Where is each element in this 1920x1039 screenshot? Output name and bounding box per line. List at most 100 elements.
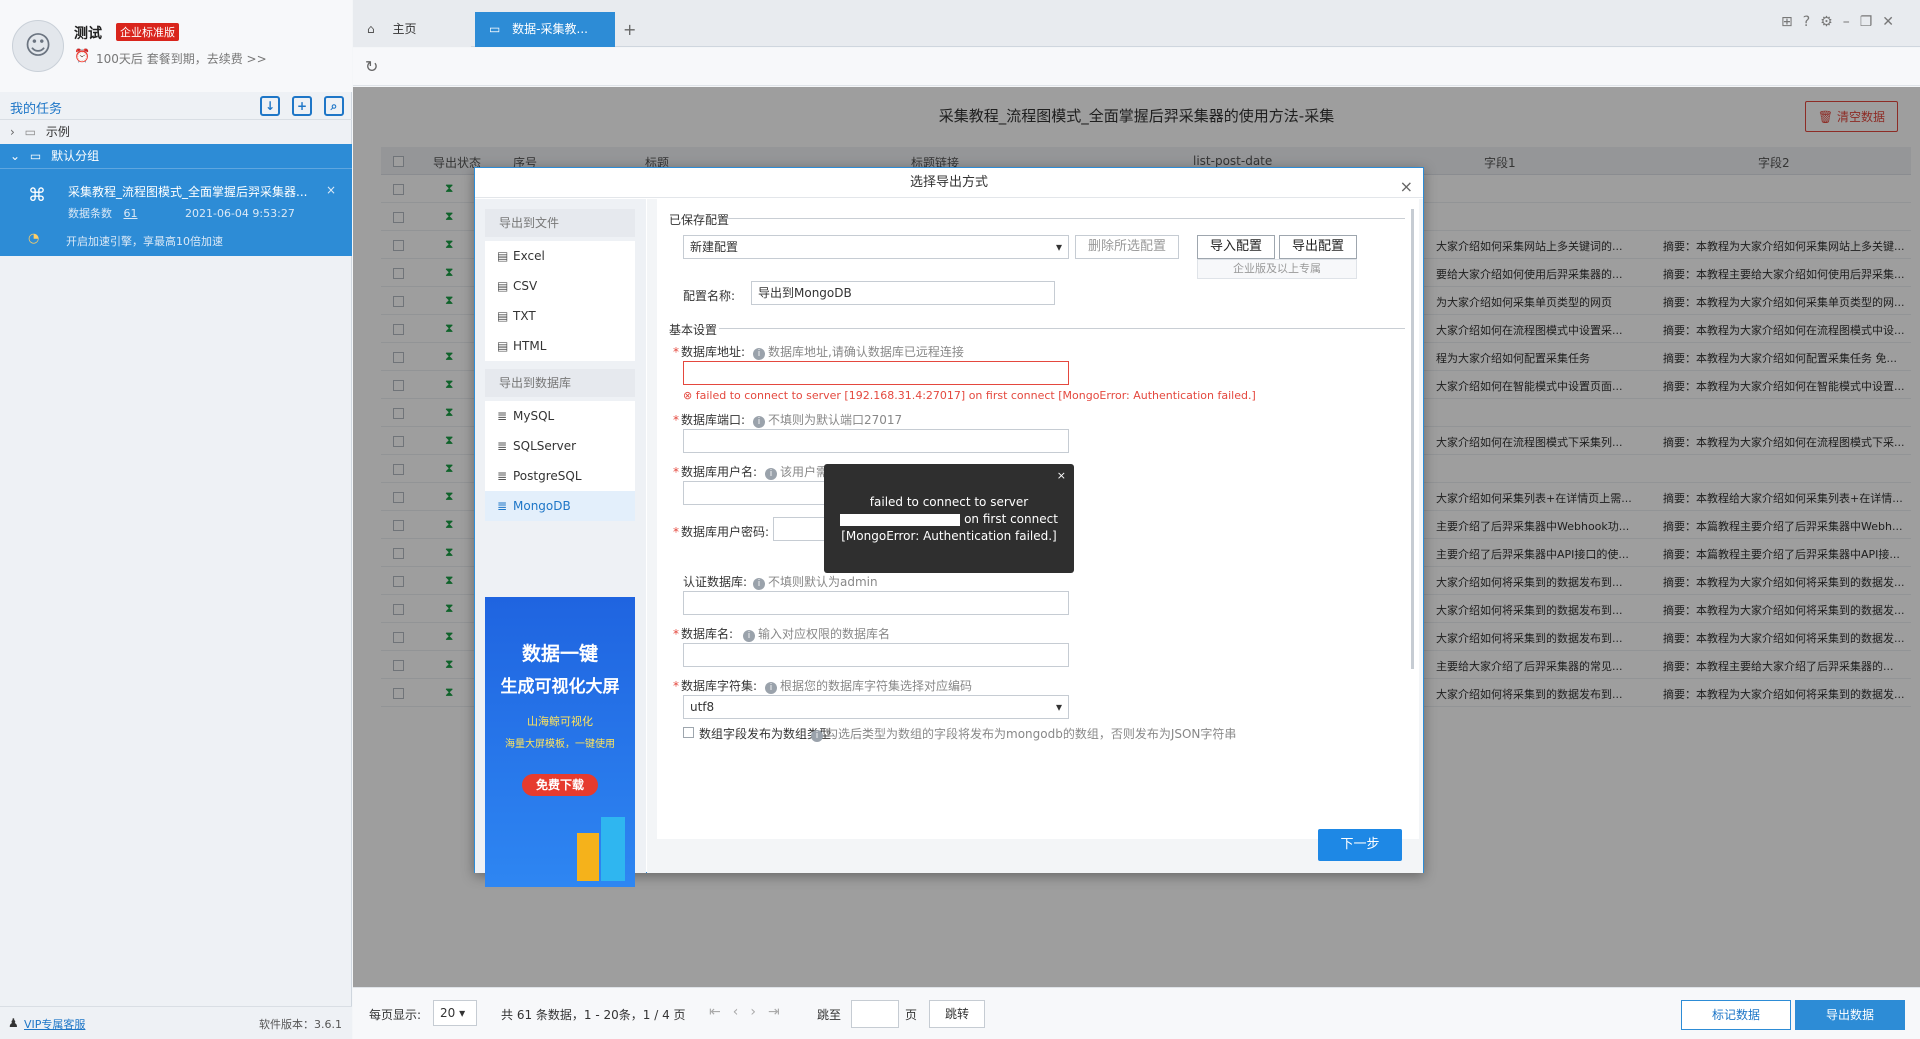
option-postgresql[interactable]: ≣ PostgreSQL <box>485 461 635 491</box>
option-label: Excel <box>513 249 545 263</box>
ad-download-button[interactable]: 免费下载 <box>522 774 598 796</box>
jump-button[interactable]: 跳转 <box>929 1000 985 1028</box>
info-icon: i <box>753 416 765 428</box>
error-icon: ⊗ <box>683 389 696 402</box>
option-csv[interactable]: ▤ CSV <box>485 271 635 301</box>
gear-icon[interactable]: ⚙ <box>1820 14 1843 30</box>
minimize-icon[interactable]: – <box>1843 14 1860 30</box>
export-type-panel: 导出到文件 ▤ Excel ▤ CSV ▤ TXT ▤ HTML 导出到数据库 ≣ MyS… <box>475 199 646 887</box>
info-icon: i <box>753 348 765 360</box>
ad-bar-graphic <box>601 817 625 881</box>
help-icon[interactable]: ? <box>1803 14 1820 30</box>
database-icon: ≣ <box>497 439 508 453</box>
next-page-icon[interactable]: › <box>750 1004 768 1020</box>
divider <box>719 328 1405 329</box>
version-text: 软件版本：3.6.1 <box>259 1018 342 1031</box>
db-name-label: * 数据库名: <box>673 627 734 641</box>
close-icon[interactable]: × <box>1400 172 1413 202</box>
port-label: * 数据库端口: <box>673 413 746 427</box>
port-input[interactable] <box>683 429 1069 453</box>
page-size-select[interactable]: 20 ▾ <box>433 1000 477 1026</box>
option-label: HTML <box>513 339 547 353</box>
tooltip-line3: [MongoError: Authentication failed.] <box>841 529 1057 543</box>
close-window-icon[interactable]: ✕ <box>1882 14 1904 30</box>
page-nav: ⇤‹›⇥ <box>709 1004 792 1020</box>
close-icon[interactable]: × <box>1057 467 1066 484</box>
export-data-button[interactable]: 导出数据 <box>1795 1000 1905 1030</box>
charset-value: utf8 <box>690 700 715 714</box>
import-config-button[interactable]: 导入配置 <box>1197 235 1275 259</box>
page-unit: 页 <box>905 1008 918 1022</box>
tree-item-label: 默认分组 <box>51 149 100 163</box>
refresh-icon[interactable]: ↻ <box>365 57 378 76</box>
enterprise-note: 企业版及以上专属 <box>1197 259 1357 279</box>
charset-label: * 数据库字符集: <box>673 679 758 693</box>
option-txt[interactable]: ▤ TXT <box>485 301 635 331</box>
tooltip-line1: failed to connect to server <box>869 495 1029 509</box>
jump-page-input[interactable] <box>851 1000 899 1028</box>
ad-line2: 生成可视化大屏 <box>500 677 620 697</box>
vip-support-link[interactable]: VIP专属客服 <box>24 1016 85 1032</box>
ad-line4: 海量大屏模板，一键使用 <box>505 739 615 750</box>
qq-icon: ♟ <box>8 1016 19 1030</box>
page-size-value: 20 <box>440 1006 456 1020</box>
task-count[interactable]: 61 <box>124 207 138 220</box>
new-task-icon[interactable]: + <box>292 96 312 116</box>
saved-config-label: 已保存配置 <box>669 213 730 227</box>
delete-config-button[interactable]: 删除所选配置 <box>1075 235 1179 259</box>
add-tab-icon[interactable]: + <box>623 20 636 39</box>
tooltip-line2: on first connect <box>824 511 1074 528</box>
pagination-bar: 每页显示: 20 ▾ 共 61 条数据，1 - 20条，1 / 4 页 ⇤‹›⇥… <box>353 987 1920 1039</box>
export-config-button[interactable]: 导出配置 <box>1279 235 1357 259</box>
db-addr-input[interactable] <box>683 361 1069 385</box>
avatar[interactable]: ☺ <box>12 20 64 72</box>
gift-icon[interactable]: ⊞ <box>1781 14 1803 30</box>
option-excel[interactable]: ▤ Excel <box>485 241 635 271</box>
prev-page-icon[interactable]: ‹ <box>733 1004 751 1020</box>
tree-item-example[interactable]: › ▭ 示例 <box>0 120 352 144</box>
sidebar: ☺ 测试 企业标准版 ⏰ 100天后 套餐到期，去续费 >> 我的任务 ↓ + … <box>0 0 352 1039</box>
tree-item-default-group[interactable]: ⌄ ▭ 默认分组 <box>0 144 352 168</box>
mark-data-button[interactable]: 标记数据 <box>1681 1000 1791 1030</box>
tab-home[interactable]: ⌂ 主页 <box>353 12 471 47</box>
option-label: MongoDB <box>513 499 571 513</box>
user-hint: i 该用户需 <box>765 463 828 480</box>
db-addr-label: * 数据库地址: <box>673 345 746 359</box>
file-group-label: 导出到文件 <box>485 209 635 237</box>
import-task-icon[interactable]: ↓ <box>260 96 280 116</box>
charset-select[interactable]: utf8 ▾ <box>683 695 1069 719</box>
ad-bar-graphic <box>577 833 599 881</box>
accel-link[interactable]: 开启加速引擎，享最高10倍加速 <box>66 233 223 249</box>
close-icon[interactable]: × <box>326 183 336 197</box>
option-html[interactable]: ▤ HTML <box>485 331 635 361</box>
restore-icon[interactable]: ❐ <box>1860 14 1883 30</box>
tab-data[interactable]: ▭ 数据-采集教... × <box>475 12 615 71</box>
option-mysql[interactable]: ≣ MySQL <box>485 401 635 431</box>
tab-bar: ⌂ 主页 ▭ 数据-采集教... × + ⊞?⚙–❐✕ <box>353 0 1920 71</box>
search-task-icon[interactable]: ⌕ <box>324 96 344 116</box>
last-page-icon[interactable]: ⇥ <box>768 1004 792 1020</box>
auth-db-input[interactable] <box>683 591 1069 615</box>
array-type-checkbox[interactable] <box>683 727 694 738</box>
config-name-input[interactable]: 导出到MongoDB <box>751 281 1055 305</box>
auth-db-label: 认证数据库: <box>683 575 748 589</box>
ad-line3: 山海鲸可视化 <box>527 715 593 728</box>
first-page-icon[interactable]: ⇤ <box>709 1004 733 1020</box>
option-mongodb[interactable]: ≣ MongoDB <box>485 491 635 521</box>
task-item[interactable]: ⌘ 采集教程_流程图模式_全面掌握后羿采集器... × 数据条数 61 2021… <box>0 168 352 256</box>
info-icon: i <box>765 468 777 480</box>
folder-icon: ▭ <box>29 149 42 163</box>
ad-banner[interactable]: 数据一键 生成可视化大屏 山海鲸可视化 海量大屏模板，一键使用 免费下载 <box>485 597 635 887</box>
next-button[interactable]: 下一步 <box>1318 829 1402 861</box>
scrollbar[interactable] <box>1411 209 1414 669</box>
dialog-header: 选择导出方式 × <box>475 168 1423 198</box>
divider <box>725 218 1405 219</box>
config-select[interactable]: 新建配置 ▾ <box>683 235 1069 259</box>
renew-link[interactable]: 100天后 套餐到期，去续费 >> <box>96 50 267 67</box>
array-type-hint: i 勾选后类型为数组的字段将发布为mongodb的数组，否则发布为JSON字符串 <box>811 725 1236 742</box>
jump-label: 跳至 <box>817 1008 842 1022</box>
option-sqlserver[interactable]: ≣ SQLServer <box>485 431 635 461</box>
page-summary: 共 61 条数据，1 - 20条，1 / 4 页 <box>501 1008 686 1022</box>
db-name-input[interactable] <box>683 643 1069 667</box>
ad-line1: 数据一键 <box>521 643 598 665</box>
